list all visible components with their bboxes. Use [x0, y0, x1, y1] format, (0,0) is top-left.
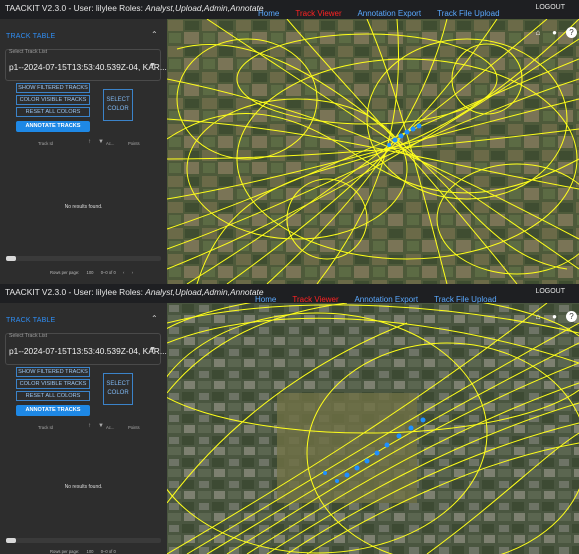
app-title: TAACKIT V2.3.0 - User: lilylee Roles: An…: [5, 287, 264, 297]
app-window-bottom: TAACKIT V2.3.0 - User: lilylee Roles: An…: [0, 284, 579, 554]
track-list-label: Select Track List: [9, 49, 48, 55]
select-color-line1: SELECT: [106, 97, 130, 103]
nav-track-file-upload[interactable]: Track File Upload: [434, 295, 496, 304]
track-list-select[interactable]: Select Track List p1--2024-07-15T13:53:4…: [5, 333, 167, 365]
map-canvas[interactable]: [167, 19, 579, 284]
track-map[interactable]: ⌂ ● ?: [167, 303, 579, 554]
table-pagination: Rows per page: 100 0–0 of 0 ‹ ›: [50, 270, 139, 275]
rows-per-page-select[interactable]: 100: [87, 270, 94, 275]
table-scrollbar[interactable]: [6, 538, 161, 543]
main-nav: Home Track Viewer Annotation Export Trac…: [258, 9, 514, 18]
logout-button[interactable]: LOGOUT: [535, 288, 565, 295]
chevron-up-icon[interactable]: ⌃: [151, 30, 158, 39]
reset-all-colors-button[interactable]: RESET ALL COLORS: [16, 391, 90, 401]
table-scrollbar[interactable]: [6, 256, 161, 261]
filter-icon[interactable]: ▼: [98, 423, 104, 429]
track-table-panel: TRACK TABLE ⌃ Select Track List p1--2024…: [0, 303, 167, 554]
color-visible-tracks-button[interactable]: COLOR VISIBLE TRACKS: [16, 379, 90, 389]
select-color-line1: SELECT: [106, 381, 130, 387]
rows-per-page-label: Rows per page:: [50, 549, 80, 554]
nav-annotation-export[interactable]: Annotation Export: [357, 9, 421, 18]
logout-button[interactable]: LOGOUT: [535, 4, 565, 11]
globe-icon[interactable]: ●: [550, 27, 560, 38]
nav-track-file-upload[interactable]: Track File Upload: [437, 9, 499, 18]
nav-track-viewer[interactable]: Track Viewer: [292, 295, 338, 304]
home-icon[interactable]: ⌂: [533, 27, 543, 38]
select-color-button[interactable]: SELECT COLOR: [103, 89, 133, 121]
app-title: TAACKIT V2.3.0 - User: lilylee Roles: An…: [5, 3, 264, 13]
airfield-area: [277, 393, 417, 503]
track-list-label: Select Track List: [9, 333, 48, 339]
show-filtered-tracks-button[interactable]: SHOW FILTERED TRACKS: [16, 367, 90, 377]
nav-annotation-export[interactable]: Annotation Export: [354, 295, 418, 304]
map-controls: ⌂ ● ?: [531, 22, 577, 40]
sort-arrow-icon[interactable]: ↑: [88, 423, 91, 429]
select-color-line2: COLOR: [107, 106, 129, 112]
empty-table-message: No results found.: [64, 484, 103, 490]
track-list-value: p1--2024-07-15T13:53:40.539Z-04, KAR...: [9, 62, 167, 72]
caret-down-icon: ▼: [149, 62, 156, 69]
home-icon[interactable]: ⌂: [533, 311, 543, 322]
globe-icon[interactable]: ●: [550, 311, 560, 322]
col-points[interactable]: Points: [128, 425, 140, 430]
col-points[interactable]: Points: [128, 141, 140, 146]
scrollbar-thumb[interactable]: [6, 538, 16, 543]
nav-home[interactable]: Home: [258, 9, 279, 18]
prev-page-icon[interactable]: ‹: [123, 270, 124, 275]
annotate-tracks-button[interactable]: ANNOTATE TRACKS: [16, 405, 90, 416]
map-canvas[interactable]: [167, 303, 579, 554]
caret-down-icon: ▼: [149, 346, 156, 353]
help-icon[interactable]: ?: [566, 27, 577, 38]
color-visible-tracks-button[interactable]: COLOR VISIBLE TRACKS: [16, 95, 90, 105]
top-app-bar: TAACKIT V2.3.0 - User: lilylee Roles: An…: [0, 284, 579, 304]
show-filtered-tracks-button[interactable]: SHOW FILTERED TRACKS: [16, 83, 90, 93]
col-track-id[interactable]: Track Id: [38, 425, 53, 430]
reset-all-colors-button[interactable]: RESET ALL COLORS: [16, 107, 90, 117]
pagination-range: 0–0 of 0: [100, 270, 116, 275]
nav-home[interactable]: Home: [255, 295, 276, 304]
satellite-imagery: [167, 19, 579, 284]
pagination-range: 0–0 of 0: [100, 549, 116, 554]
map-controls: ⌂ ● ?: [531, 306, 577, 324]
track-map[interactable]: ⌂ ● ?: [167, 19, 579, 284]
top-app-bar: TAACKIT V2.3.0 - User: lilylee Roles: An…: [0, 0, 579, 19]
col-action[interactable]: Ac...: [106, 141, 114, 146]
select-color-button[interactable]: SELECT COLOR: [103, 373, 133, 405]
panel-title: TRACK TABLE: [6, 317, 56, 324]
select-color-line2: COLOR: [107, 390, 129, 396]
track-list-value: p1--2024-07-15T13:53:40.539Z-04, KAR...: [9, 346, 167, 356]
help-icon[interactable]: ?: [566, 311, 577, 322]
col-action[interactable]: Ac...: [106, 425, 114, 430]
app-window-top: TAACKIT V2.3.0 - User: lilylee Roles: An…: [0, 0, 579, 284]
col-track-id[interactable]: Track Id: [38, 141, 53, 146]
sort-arrow-icon[interactable]: ↑: [88, 139, 91, 145]
table-header: Track Id ↑ ▼ Ac... Points: [8, 423, 158, 433]
nav-track-viewer[interactable]: Track Viewer: [295, 9, 341, 18]
main-nav: Home Track Viewer Annotation Export Trac…: [255, 295, 511, 304]
empty-table-message: No results found.: [64, 204, 103, 210]
scrollbar-thumb[interactable]: [6, 256, 16, 261]
table-pagination: Rows per page: 100 0–0 of 0: [50, 549, 122, 554]
rows-per-page-label: Rows per page:: [50, 270, 80, 275]
table-header: Track Id ↑ ▼ Ac... Points: [8, 139, 158, 149]
rows-per-page-select[interactable]: 100: [87, 549, 94, 554]
next-page-icon[interactable]: ›: [132, 270, 133, 275]
track-list-select[interactable]: Select Track List p1--2024-07-15T13:53:4…: [5, 49, 167, 81]
track-table-panel: TRACK TABLE ⌃ Select Track List p1--2024…: [0, 19, 167, 284]
chevron-up-icon[interactable]: ⌃: [151, 314, 158, 323]
panel-title: TRACK TABLE: [6, 33, 56, 40]
filter-icon[interactable]: ▼: [98, 139, 104, 145]
annotate-tracks-button[interactable]: ANNOTATE TRACKS: [16, 121, 90, 132]
